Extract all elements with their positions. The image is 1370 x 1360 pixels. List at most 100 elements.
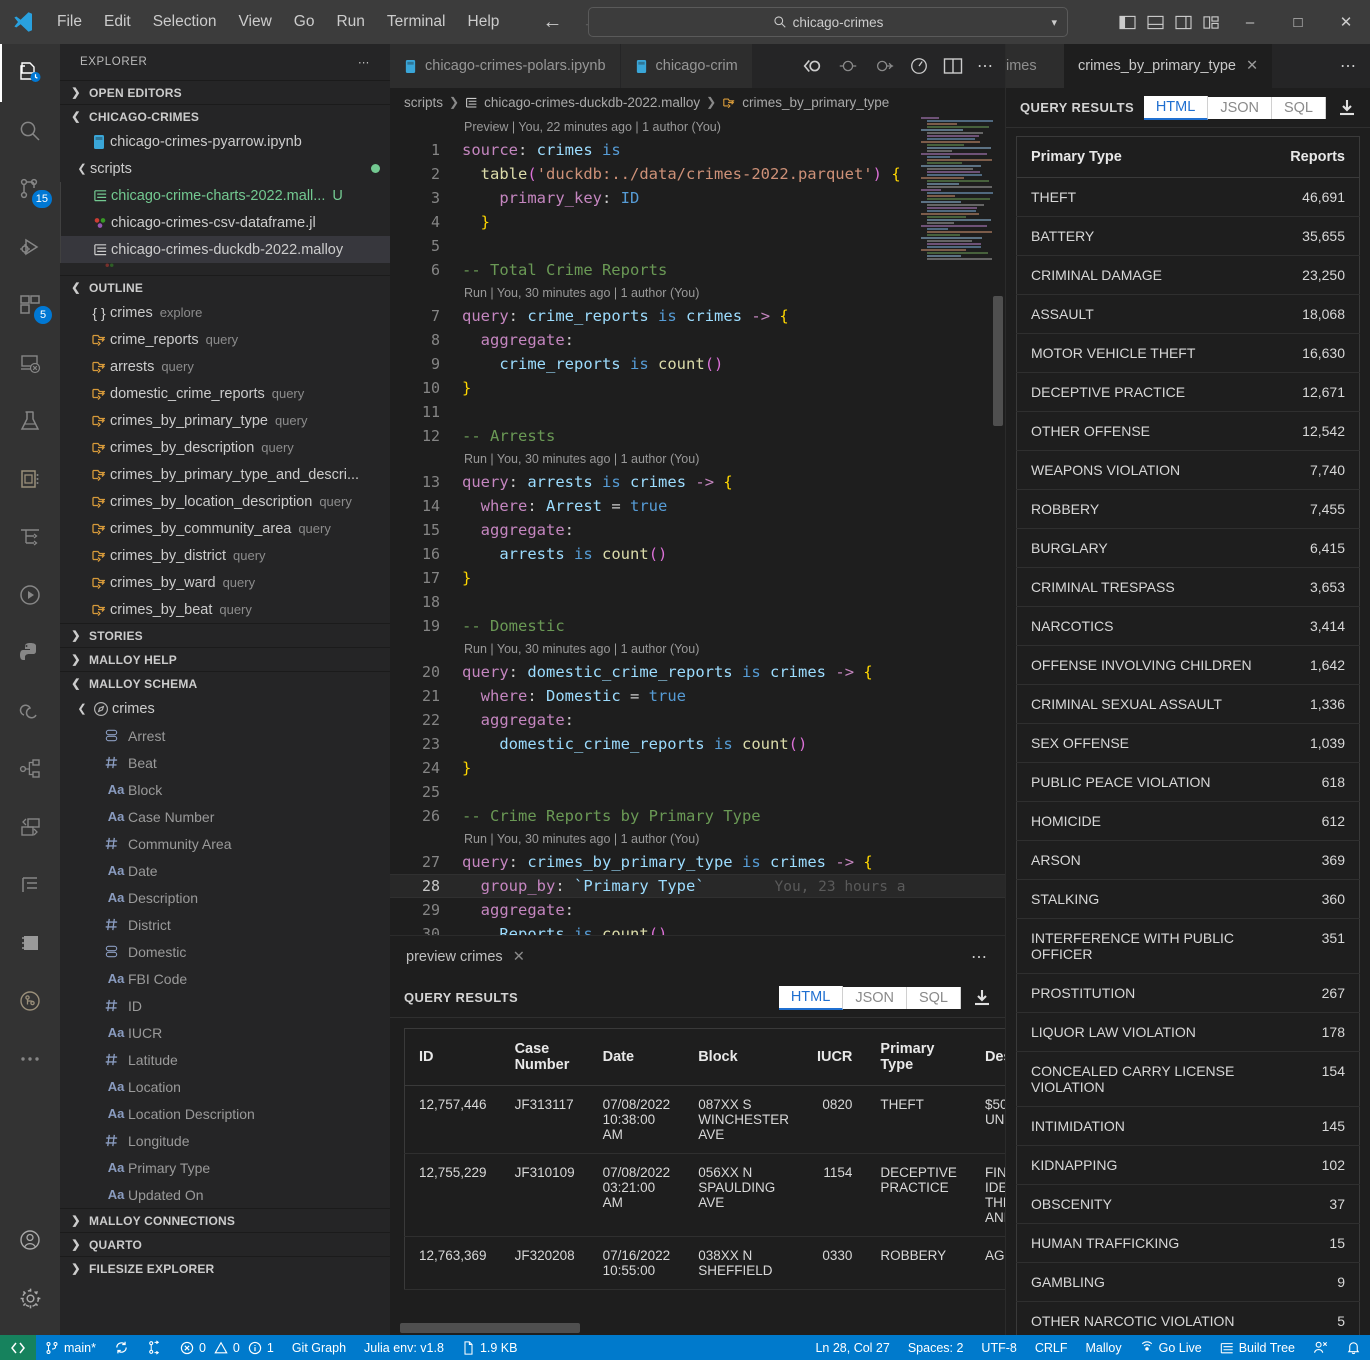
toggle-panel-icon[interactable] — [1147, 15, 1164, 30]
toggle-primary-sidebar-icon[interactable] — [1119, 15, 1136, 30]
status-filesize[interactable]: 1.9 KB — [453, 1335, 527, 1360]
code-line-22[interactable]: 22 aggregate: — [390, 708, 1005, 732]
code-line-23[interactable]: 23 domestic_crime_reports is count() — [390, 732, 1005, 756]
code-line-4[interactable]: 4 } — [390, 210, 1005, 234]
file-chicago-crimes-csv-dataframe[interactable]: chicago-crimes-csv-dataframe.jl — [60, 209, 390, 236]
code-line-13[interactable]: 13query: arrests is crimes -> { — [390, 470, 1005, 494]
schema-field-location[interactable]: AaLocation — [60, 1073, 390, 1100]
download-icon[interactable] — [1338, 99, 1356, 117]
file-chicago-crimes-pyarrow[interactable]: chicago-crimes-pyarrow.ipynb — [60, 128, 390, 155]
segment-html[interactable]: HTML — [1144, 96, 1208, 120]
status-cursor-position[interactable]: Ln 28, Col 27 — [806, 1335, 898, 1360]
download-icon[interactable] — [973, 989, 991, 1007]
chevron-down-icon[interactable]: ▾ — [1051, 16, 1057, 29]
activity-run-panel-icon[interactable] — [0, 566, 60, 624]
code-lens-preview[interactable]: Preview | You, 22 minutes ago | 1 author… — [390, 116, 1005, 138]
code-line-17[interactable]: 17} — [390, 566, 1005, 590]
close-icon[interactable]: ✕ — [1246, 58, 1258, 74]
menu-go[interactable]: Go — [283, 9, 326, 35]
run-malloy-query-icon[interactable] — [801, 57, 823, 75]
code-line-30[interactable]: 30 Reports is count() — [390, 922, 1005, 935]
section-open-editors[interactable]: ❯ OPEN EDITORS — [60, 80, 390, 104]
section-malloy-connections[interactable]: ❯ MALLOY CONNECTIONS — [60, 1208, 390, 1232]
maximize-button[interactable]: □ — [1274, 0, 1322, 44]
menu-file[interactable]: File — [46, 9, 93, 35]
activity-remote-explorer-icon[interactable] — [0, 334, 60, 392]
code-line-26[interactable]: 26-- Crime Reports by Primary Type — [390, 804, 1005, 828]
activity-git-graph-icon[interactable] — [0, 972, 60, 1030]
outline-item-crimes_by_primary_type[interactable]: crimes_by_primary_type query — [60, 407, 390, 434]
arrow-left-icon[interactable]: ← — [542, 12, 562, 32]
activity-extensions-icon[interactable]: 5 — [0, 276, 60, 334]
status-branch[interactable]: main* — [36, 1335, 105, 1360]
schema-field-description[interactable]: AaDescription — [60, 884, 390, 911]
code-lens-run[interactable]: Run | You, 30 minutes ago | 1 author (Yo… — [390, 828, 1005, 850]
status-indentation[interactable]: Spaces: 2 — [899, 1335, 973, 1360]
status-go-live[interactable]: Go Live — [1131, 1335, 1211, 1360]
breadcrumb-file[interactable]: chicago-crimes-duckdb-2022.malloy — [484, 95, 700, 110]
file-chicago-crimes-duckdb-2022[interactable]: chicago-crimes-duckdb-2022.malloy — [60, 236, 390, 263]
status-encoding[interactable]: UTF-8 — [972, 1335, 1025, 1360]
status-git-graph[interactable]: Git Graph — [283, 1335, 355, 1360]
status-sync[interactable] — [105, 1335, 138, 1360]
panel-horizontal-scrollbar[interactable] — [400, 1323, 580, 1333]
activity-dependency-graph-icon[interactable] — [0, 740, 60, 798]
code-line-10[interactable]: 10} — [390, 376, 1005, 400]
status-language-mode[interactable]: Malloy — [1077, 1335, 1131, 1360]
status-branch-compare[interactable] — [138, 1335, 171, 1360]
code-line-8[interactable]: 8 aggregate: — [390, 328, 1005, 352]
schema-field-iucr[interactable]: AaIUCR — [60, 1019, 390, 1046]
tab-chicago-crimes-polars[interactable]: chicago-crimes-polars.ipynb — [390, 44, 621, 88]
schema-field-primary-type[interactable]: AaPrimary Type — [60, 1154, 390, 1181]
status-problems[interactable]: 0 0 1 — [171, 1335, 283, 1360]
outline-item-domestic_crime_reports[interactable]: domestic_crime_reports query — [60, 380, 390, 407]
tab-partial-crimes[interactable]: imes — [1006, 44, 1064, 88]
code-line-19[interactable]: 19-- Domestic — [390, 614, 1005, 638]
activity-python-icon[interactable] — [0, 624, 60, 682]
schema-field-id[interactable]: ID — [60, 992, 390, 1019]
code-line-16[interactable]: 16 arrests is count() — [390, 542, 1005, 566]
segment-sql[interactable]: SQL — [1272, 97, 1326, 119]
outline-item-crimes_by_community_area[interactable]: crimes_by_community_area query — [60, 515, 390, 542]
activity-database-icon[interactable] — [0, 450, 60, 508]
segment-sql[interactable]: SQL — [907, 987, 961, 1009]
file-chicago-crime-charts[interactable]: chicago-crime-charts-2022.mall... U — [60, 182, 390, 209]
outline-item-crimes_by_description[interactable]: crimes_by_description query — [60, 434, 390, 461]
menu-terminal[interactable]: Terminal — [376, 9, 457, 35]
menu-edit[interactable]: Edit — [93, 9, 142, 35]
schema-field-location-description[interactable]: AaLocation Description — [60, 1100, 390, 1127]
code-line-5[interactable]: 5 — [390, 234, 1005, 258]
segment-json[interactable]: JSON — [1208, 97, 1272, 119]
tab-crimes-by-primary-type[interactable]: crimes_by_primary_type ✕ — [1064, 44, 1272, 88]
bell-icon[interactable] — [1337, 1335, 1370, 1360]
activity-testing-icon[interactable] — [0, 392, 60, 450]
activity-outline-tree-icon[interactable] — [0, 508, 60, 566]
close-icon[interactable]: ✕ — [513, 949, 525, 965]
outline-item-arrests[interactable]: arrests query — [60, 353, 390, 380]
activity-source-control-icon[interactable]: 15 — [0, 160, 60, 218]
preview-icon[interactable] — [909, 56, 929, 76]
schema-field-updated-on[interactable]: AaUpdated On — [60, 1181, 390, 1208]
section-malloy-help[interactable]: ❯ MALLOY HELP — [60, 647, 390, 671]
code-line-7[interactable]: 7query: crime_reports is crimes -> { — [390, 304, 1005, 328]
status-eol[interactable]: CRLF — [1026, 1335, 1077, 1360]
schema-field-fbi-code[interactable]: AaFBI Code — [60, 965, 390, 992]
outline-item-crimes_by_beat[interactable]: crimes_by_beat query — [60, 596, 390, 623]
code-line-28[interactable]: 28 group_by: `Primary Type` You, 23 hour… — [390, 874, 1005, 898]
section-stories[interactable]: ❯ STORIES — [60, 623, 390, 647]
code-lens-run[interactable]: Run | You, 30 minutes ago | 1 author (Yo… — [390, 282, 1005, 304]
folder-scripts[interactable]: ❮ scripts — [60, 155, 390, 182]
split-editor-icon[interactable] — [943, 57, 963, 75]
more-actions-icon[interactable]: ⋯ — [977, 56, 993, 76]
feedback-icon[interactable] — [1304, 1335, 1337, 1360]
section-outline[interactable]: ❮ OUTLINE — [60, 275, 390, 299]
code-line-11[interactable]: 11 — [390, 400, 1005, 424]
results-table-wrapper[interactable]: Primary Type Reports THEFT46,691BATTERY3… — [1006, 128, 1370, 1335]
segment-json[interactable]: JSON — [843, 987, 907, 1009]
schema-source-crimes[interactable]: ❮ crimes — [60, 695, 390, 722]
activity-malloy-icon[interactable] — [0, 856, 60, 914]
gear-icon[interactable] — [0, 1269, 60, 1327]
remote-indicator[interactable] — [0, 1335, 36, 1360]
customize-layout-icon[interactable] — [1203, 15, 1220, 30]
code-line-9[interactable]: 9 crime_reports is count() — [390, 352, 1005, 376]
